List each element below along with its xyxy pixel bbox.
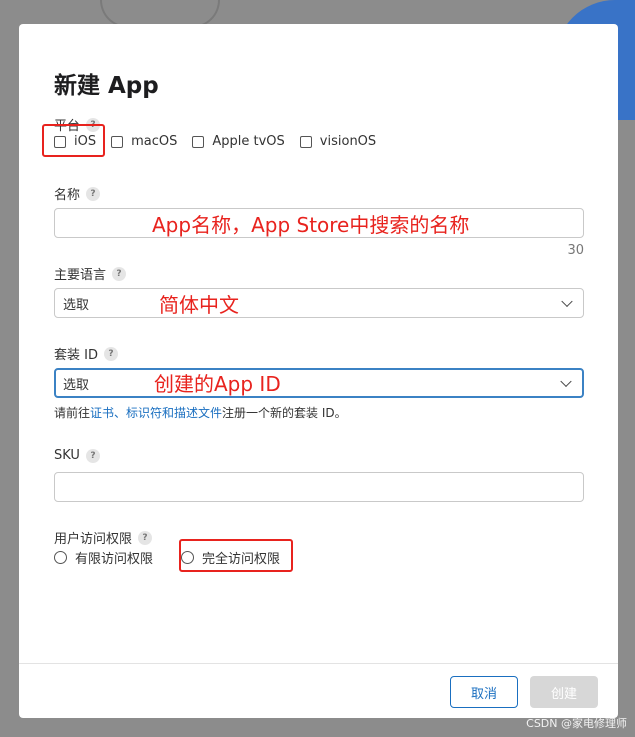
annotation-box-ios xyxy=(42,124,105,157)
cancel-button[interactable]: 取消 xyxy=(450,676,518,708)
new-app-dialog: 新建 App 平台 ? iOS macOS Apple tvOS visionO… xyxy=(19,24,618,718)
sku-label-row: SKU ? xyxy=(54,448,100,463)
platform-macos-option[interactable]: macOS xyxy=(111,134,177,149)
create-button[interactable]: 创建 xyxy=(530,676,598,708)
bundle-select-value: 选取 xyxy=(63,377,90,393)
bundle-hint-prefix: 请前往 xyxy=(54,406,91,420)
platform-tvos-option[interactable]: Apple tvOS xyxy=(192,134,285,149)
sku-input[interactable] xyxy=(54,472,584,502)
access-limited-label: 有限访问权限 xyxy=(75,552,154,567)
annotation-language-note: 简体中文 xyxy=(159,293,239,317)
language-select[interactable]: 选取 xyxy=(54,288,584,318)
platform-visionos-option[interactable]: visionOS xyxy=(299,134,377,149)
radio-icon[interactable] xyxy=(54,551,67,564)
annotation-box-full-access xyxy=(179,539,293,572)
name-label: 名称 xyxy=(54,188,81,203)
annotation-bundle-note: 创建的App ID xyxy=(154,372,281,396)
bundle-label-row: 套装 ID ? xyxy=(54,344,118,363)
certificates-link[interactable]: 证书、标识符和描述文件 xyxy=(90,406,222,420)
language-label-row: 主要语言 ? xyxy=(54,264,127,283)
access-label: 用户访问权限 xyxy=(54,532,133,547)
platform-tvos-label: Apple tvOS xyxy=(212,134,285,149)
help-icon[interactable]: ? xyxy=(103,346,118,361)
annotation-name-note: App名称，App Store中搜索的名称 xyxy=(152,213,470,237)
bundle-label: 套装 ID xyxy=(54,348,98,363)
name-char-counter: 30 xyxy=(567,243,584,258)
sku-label: SKU xyxy=(54,448,80,463)
chevron-down-icon xyxy=(561,295,573,308)
language-select-value: 选取 xyxy=(63,297,90,313)
platform-macos-label: macOS xyxy=(131,134,178,149)
access-label-row: 用户访问权限 ? xyxy=(54,528,153,547)
help-icon[interactable]: ? xyxy=(112,266,127,281)
bundle-id-select[interactable]: 选取 xyxy=(54,368,584,398)
bundle-hint-suffix: 注册一个新的套装 ID。 xyxy=(222,406,347,420)
watermark: CSDN @家电修理师 xyxy=(526,717,627,730)
footer-divider xyxy=(19,663,618,664)
help-icon[interactable]: ? xyxy=(85,448,100,463)
name-label-row: 名称 ? xyxy=(54,184,101,203)
help-icon[interactable]: ? xyxy=(86,186,101,201)
platform-visionos-label: visionOS xyxy=(319,134,377,149)
help-icon[interactable]: ? xyxy=(138,530,153,545)
language-label: 主要语言 xyxy=(54,268,107,283)
checkbox-icon[interactable] xyxy=(192,135,205,148)
checkbox-icon[interactable] xyxy=(299,135,312,148)
checkbox-icon[interactable] xyxy=(111,135,124,148)
dialog-title: 新建 App xyxy=(54,73,159,99)
bundle-hint: 请前往证书、标识符和描述文件注册一个新的套装 ID。 xyxy=(54,404,347,421)
chevron-down-icon xyxy=(560,375,572,388)
access-limited-option[interactable]: 有限访问权限 xyxy=(54,548,153,567)
